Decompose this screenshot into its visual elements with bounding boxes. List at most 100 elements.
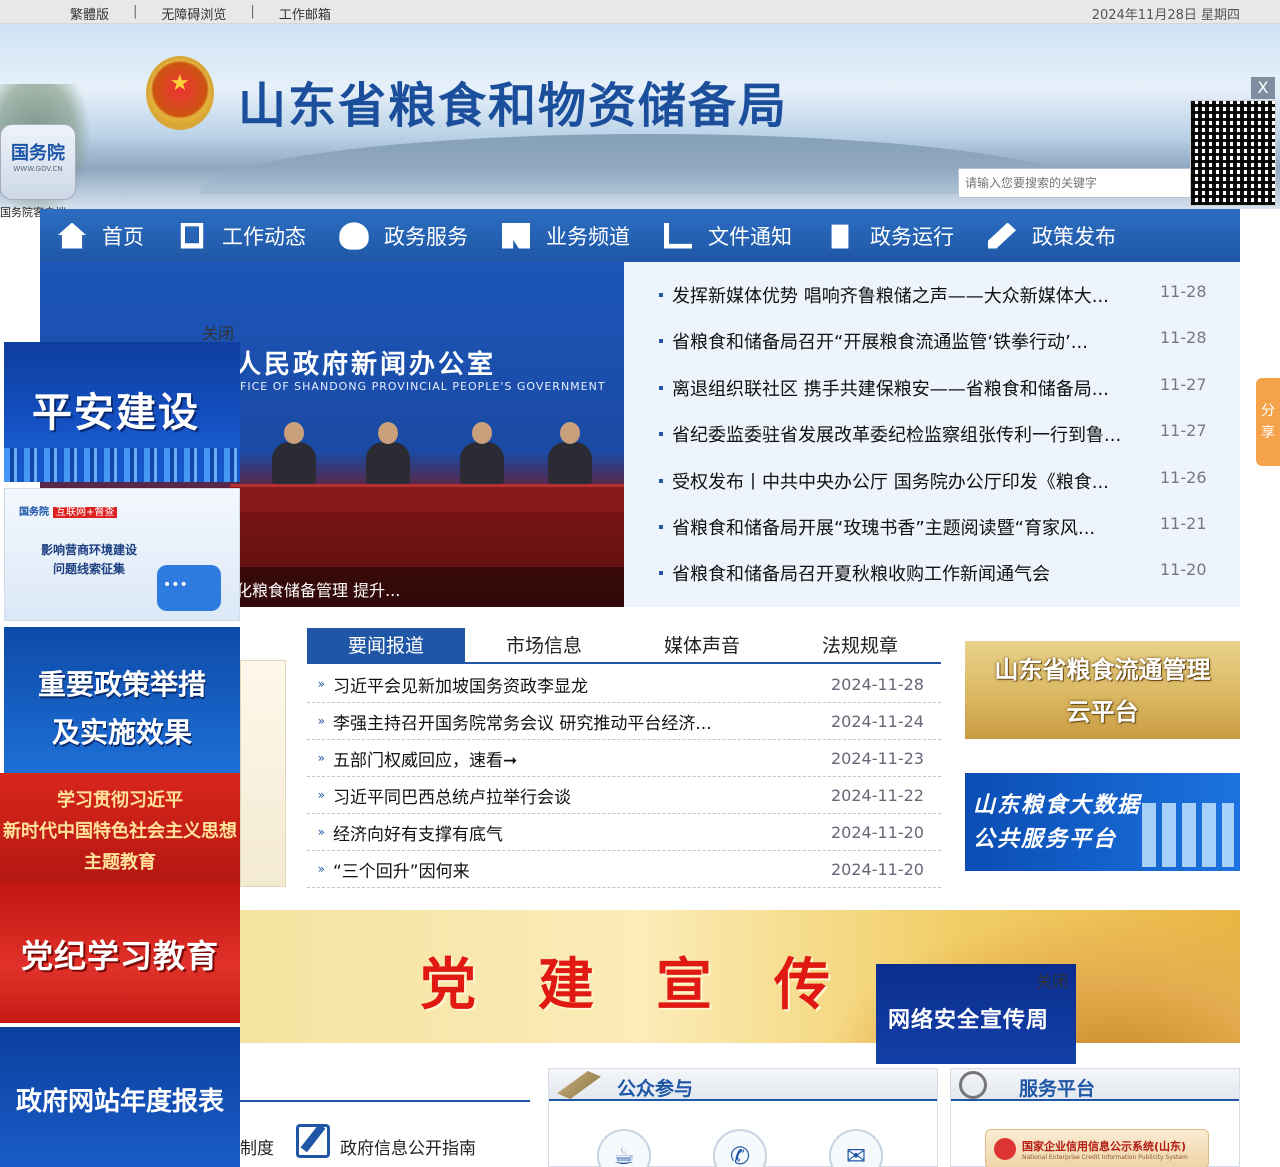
- emblem-icon: [994, 1138, 1016, 1160]
- party-discipline-ad[interactable]: 党纪学习教育: [0, 883, 240, 1023]
- tab-headlines[interactable]: 要闻报道: [307, 628, 465, 662]
- news-title[interactable]: 省粮食和储备局开展“玫瑰书香”主题阅读暨“育家风...: [658, 514, 1146, 540]
- credit-system-sub: National Enterprise Credit Information P…: [1022, 1154, 1188, 1161]
- news-date: 2024-11-20: [831, 859, 924, 879]
- qr-close-button[interactable]: X: [1251, 77, 1275, 99]
- credit-system-link[interactable]: 国家企业信用信息公示系统(山东) National Enterprise Cre…: [985, 1129, 1209, 1167]
- top-bar: 繁體版 | 无障碍浏览 | 工作邮箱 2024年11月28日 星期四: [0, 0, 1280, 24]
- list-item[interactable]: 受权发布丨中共中央办公厅 国务院办公厅印发《粮食... 11-26: [624, 468, 1240, 514]
- chart-icon: [664, 222, 692, 249]
- policy-measures-ad[interactable]: 重要政策举措 及实施效果: [4, 627, 240, 773]
- list-item[interactable]: » 李强主持召开国务院常务会议 研究推动平台经济... 2024-11-24: [307, 703, 941, 740]
- news-title[interactable]: 李强主持召开国务院常务会议 研究推动平台经济...: [333, 709, 831, 734]
- nav-label: 工作动态: [222, 224, 306, 249]
- banner-line: 山东省粮食流通管理: [994, 656, 1211, 684]
- news-date: 11-28: [1160, 328, 1207, 348]
- person-figure: [460, 422, 504, 484]
- close-security-ad-button[interactable]: 关闭: [1036, 968, 1068, 992]
- clipboard-icon: [831, 224, 849, 249]
- bullet-icon: »: [317, 677, 325, 691]
- news-title[interactable]: 习近平同巴西总统卢拉举行会谈: [333, 783, 831, 808]
- headline-news-list: 发挥新媒体优势 唱响齐鲁粮储之声——大众新媒体大... 11-28 省粮食和储备局…: [624, 262, 1240, 607]
- ad-line: 主题教育: [84, 852, 156, 873]
- news-title[interactable]: 发挥新媒体优势 唱响齐鲁粮储之声——大众新媒体大...: [658, 282, 1146, 308]
- magnifier-icon: [959, 1071, 987, 1099]
- banner-char: 党: [420, 952, 476, 1018]
- news-title[interactable]: 离退组织联社区 携手共建保粮安——省粮食和储备局...: [658, 375, 1146, 401]
- list-item[interactable]: » 经济向好有支撑有底气 2024-11-20: [307, 814, 941, 851]
- list-item[interactable]: » “三个回升”因何来 2024-11-20: [307, 851, 941, 888]
- nav-label: 文件通知: [708, 224, 792, 249]
- pen-icon: [557, 1071, 601, 1099]
- search-input[interactable]: [958, 168, 1194, 198]
- annual-report-ad[interactable]: 政府网站年度报表: [0, 1027, 240, 1167]
- party-building-banner[interactable]: 党 建 宣 传: [240, 910, 1240, 1043]
- news-title[interactable]: 省粮食和储备局召开“开展粮食流通监管‘铁拳行动’...: [658, 328, 1146, 354]
- bullet-icon: »: [317, 788, 325, 802]
- news-title[interactable]: 五部门权威回应，速看➞: [333, 746, 831, 771]
- list-item[interactable]: 省粮食和储备局召开“开展粮食流通监管‘铁拳行动’... 11-28: [624, 328, 1240, 374]
- safe-construction-ad[interactable]: 平安建设: [4, 342, 240, 482]
- separator: |: [250, 4, 255, 19]
- nav-item-gov-service[interactable]: 政务服务: [339, 221, 468, 251]
- news-date: 11-27: [1160, 421, 1207, 441]
- grain-big-data-banner[interactable]: 山东粮食大数据 公共服务平台: [965, 773, 1240, 871]
- news-title[interactable]: 省粮食和储备局召开夏秋粮收购工作新闻通气会: [658, 560, 1146, 586]
- ad-title: 政府网站年度报表: [15, 1087, 224, 1117]
- list-item[interactable]: 省粮食和储备局召开夏秋粮收购工作新闻通气会 11-20: [624, 560, 1240, 606]
- list-item[interactable]: » 习近平同巴西总统卢拉举行会谈 2024-11-22: [307, 777, 941, 814]
- news-title[interactable]: 习近平会见新加坡国务资政李显龙: [333, 672, 831, 697]
- qr-code-icon: [1190, 100, 1276, 206]
- list-item[interactable]: 省纪委监委驻省发展改革委纪检监察组张传利一行到鲁... 11-27: [624, 421, 1240, 467]
- phone-icon[interactable]: ✆: [713, 1129, 767, 1167]
- list-item[interactable]: » 习近平会见新加坡国务资政李显龙 2024-11-28: [307, 666, 941, 703]
- grain-cloud-platform-banner[interactable]: 山东省粮食流通管理 云平台: [965, 641, 1240, 739]
- news-title[interactable]: “三个回升”因何来: [333, 857, 831, 882]
- news-date: 2024-11-20: [831, 822, 924, 842]
- theme-education-ad[interactable]: 学习贯彻习近平 新时代中国特色社会主义思想 主题教育: [0, 773, 240, 883]
- tab-market-info[interactable]: 市场信息: [465, 628, 623, 662]
- mail-icon[interactable]: ✉: [829, 1129, 883, 1167]
- site-title[interactable]: 山东省粮食和物资储备局: [238, 66, 788, 136]
- work-email-link[interactable]: 工作邮箱: [265, 4, 345, 23]
- news-title[interactable]: 经济向好有支撑有底气: [333, 820, 831, 845]
- nav-item-notices[interactable]: 文件通知: [664, 221, 792, 251]
- nav-item-home[interactable]: 首页: [58, 221, 144, 251]
- tab-regulations[interactable]: 法规规章: [781, 628, 939, 662]
- share-label: 享: [1261, 425, 1275, 441]
- news-title[interactable]: 受权发布丨中共中央办公厅 国务院办公厅印发《粮食...: [658, 468, 1146, 494]
- list-item[interactable]: » 五部门权威回应，速看➞ 2024-11-23: [307, 740, 941, 777]
- panel-header: 服务平台: [951, 1069, 1239, 1101]
- share-button[interactable]: 分享: [1256, 378, 1280, 466]
- news-tabs: 要闻报道 市场信息 媒体声音 法规规章: [307, 628, 941, 664]
- close-float-ads-button[interactable]: 关闭: [202, 320, 234, 344]
- bullet-icon: »: [317, 714, 325, 728]
- news-date: 11-28: [1160, 282, 1207, 301]
- nav-item-work-news[interactable]: 工作动态: [178, 221, 306, 251]
- nav-label: 政策发布: [1032, 224, 1116, 249]
- ad-tag-badge: 互联网+督查: [53, 507, 118, 518]
- news-title[interactable]: 省纪委监委驻省发展改革委纪检监察组张传利一行到鲁...: [658, 421, 1146, 447]
- person-figure: [366, 422, 410, 484]
- feature-image[interactable]: [240, 660, 286, 887]
- coffee-icon[interactable]: ☕: [597, 1129, 651, 1167]
- nav-item-operations[interactable]: 政务运行: [826, 221, 954, 251]
- list-item[interactable]: 离退组织联社区 携手共建保粮安——省粮食和储备局... 11-27: [624, 375, 1240, 421]
- list-item[interactable]: 省粮食和储备局开展“玫瑰书香”主题阅读暨“育家风... 11-21: [624, 514, 1240, 560]
- accessibility-link[interactable]: 无障碍浏览: [147, 4, 240, 23]
- gov-info-rules-link[interactable]: 制度: [240, 1134, 274, 1159]
- nav-item-business[interactable]: 业务频道: [502, 221, 630, 251]
- party-banner-text: 党 建 宣 传: [420, 940, 892, 1021]
- nav-item-policy[interactable]: 政策发布: [988, 221, 1116, 251]
- gov-info-guide-link[interactable]: 政府信息公开指南: [340, 1134, 476, 1159]
- ad-line: 重要政策举措: [37, 668, 206, 701]
- state-council-app[interactable]: 国务院 WWW.GOV.CN 国务院客户端: [0, 124, 78, 220]
- list-item[interactable]: 发挥新媒体优势 唱响齐鲁粮储之声——大众新媒体大... 11-28: [624, 282, 1240, 328]
- tab-media[interactable]: 媒体声音: [623, 628, 781, 662]
- traditional-chinese-link[interactable]: 繁體版: [56, 4, 123, 23]
- panel-title[interactable]: 公众参与: [617, 1074, 693, 1101]
- business-environment-ad[interactable]: 国务院 互联网+督查 影响营商环境建设 问题线索征集: [4, 488, 240, 621]
- state-council-app-title: 国务院: [11, 143, 65, 164]
- state-council-app-icon[interactable]: 国务院 WWW.GOV.CN: [0, 124, 76, 200]
- panel-title[interactable]: 服务平台: [1019, 1074, 1095, 1101]
